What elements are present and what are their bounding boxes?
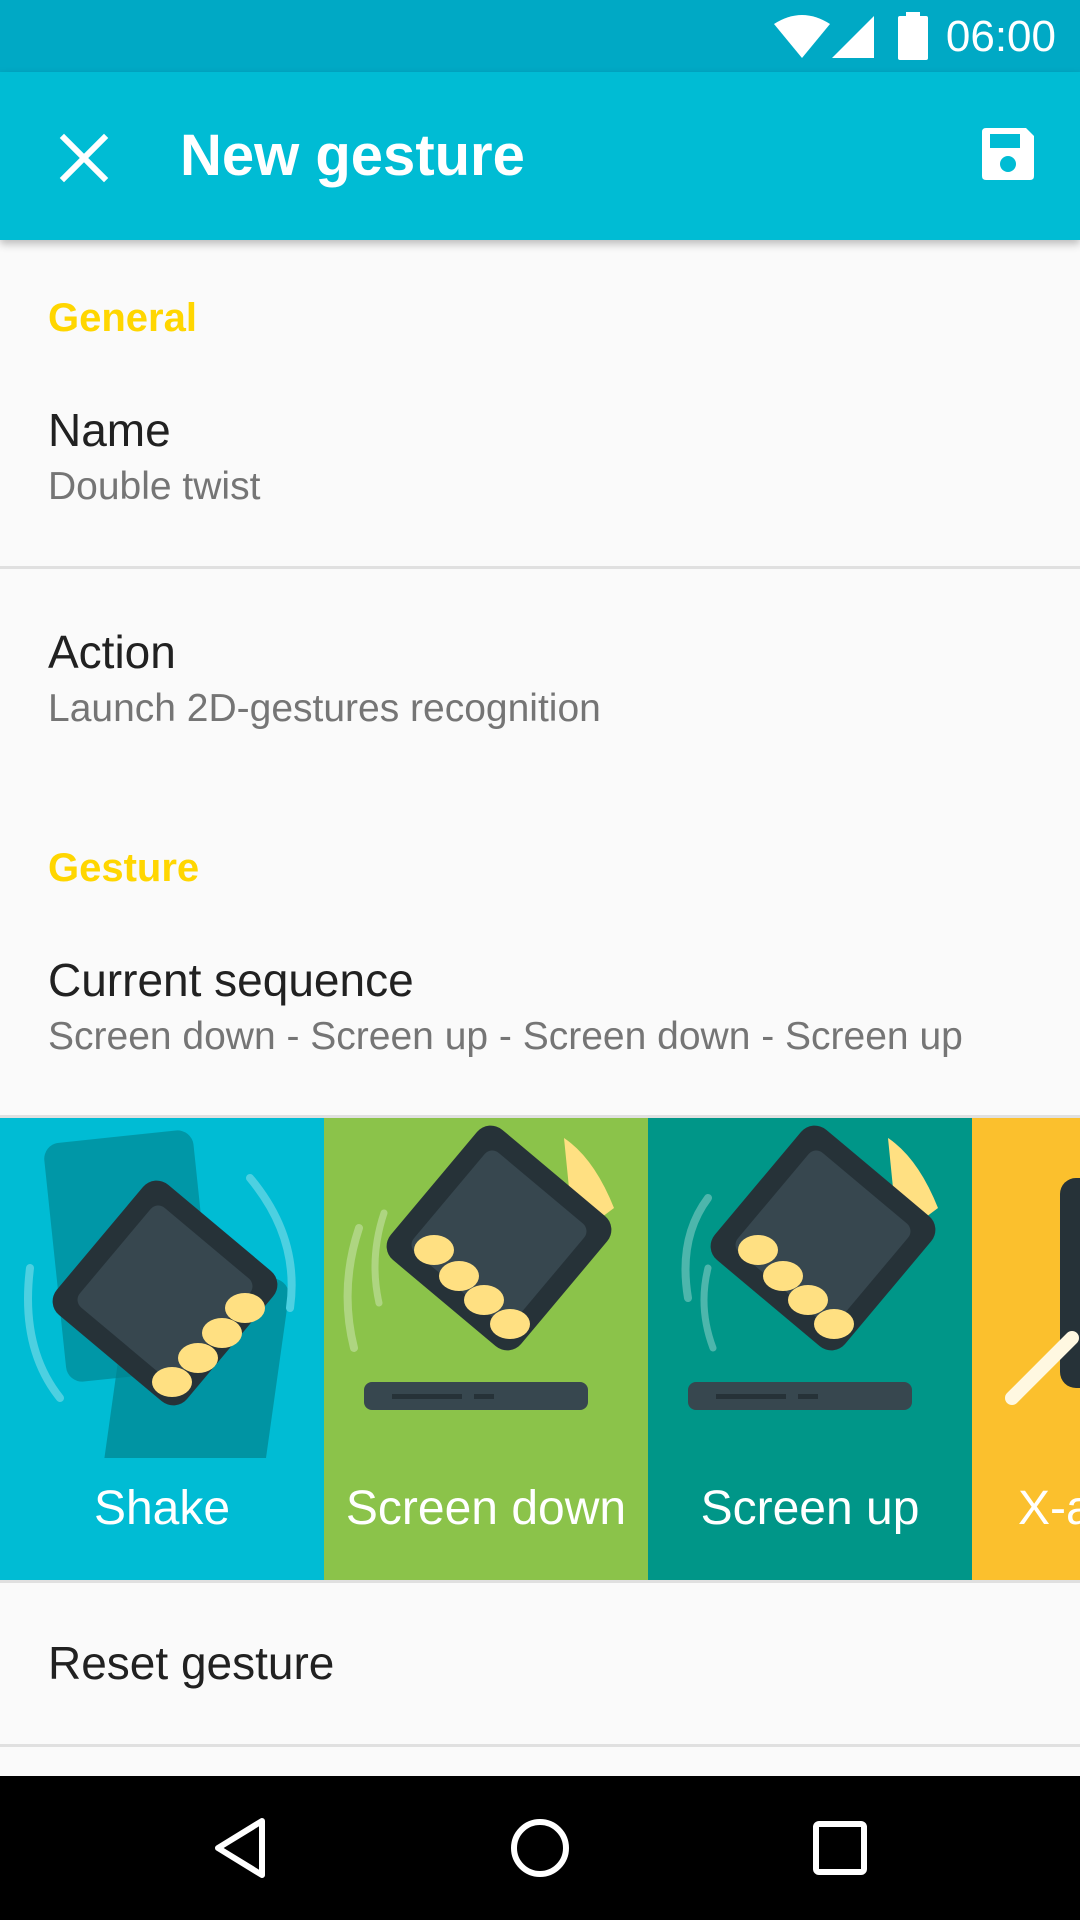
pref-name-summary: Double twist [48, 465, 261, 508]
recents-icon[interactable] [805, 1813, 875, 1883]
gesture-label: Shake [93, 1482, 231, 1535]
pref-sequence-title: Current sequence [48, 954, 414, 1006]
page-title: New gesture [180, 123, 525, 188]
reset-gesture-button[interactable]: Reset gesture [48, 1636, 334, 1690]
status-time: 06:00 [945, 12, 1056, 61]
gesture-card-screen-down[interactable]: Screen down [324, 1118, 648, 1580]
gesture-label: Screen up [700, 1482, 920, 1535]
pref-sequence-summary: Screen down - Screen up - Screen down - … [48, 1015, 963, 1058]
navigation-bar [0, 1776, 1080, 1920]
screen-down-illustration [343, 1125, 614, 1410]
save-icon[interactable] [976, 122, 1040, 186]
shake-illustration [24, 1130, 296, 1458]
gesture-label: X-a [1018, 1482, 1080, 1535]
pref-action-title: Action [48, 626, 176, 678]
pref-current-sequence[interactable]: Current sequence Screen down - Screen up… [48, 952, 1048, 1062]
pref-action[interactable]: Action Launch 2D-gestures recognition [48, 624, 1048, 734]
gesture-label: Screen down [345, 1482, 627, 1535]
pref-name-title: Name [48, 404, 171, 456]
wifi-icon [774, 15, 830, 58]
back-icon[interactable] [206, 1813, 276, 1883]
gesture-card-screen-up[interactable]: Screen up [648, 1118, 972, 1580]
divider [0, 1744, 1080, 1747]
divider [0, 566, 1080, 569]
home-icon[interactable] [505, 1813, 575, 1883]
x-axis-illustration [1005, 1178, 1080, 1405]
close-icon[interactable] [52, 126, 116, 190]
section-header-general: General [48, 296, 197, 340]
status-bar: 06:00 [0, 0, 1080, 72]
pref-name[interactable]: Name Double twist [48, 402, 1048, 512]
signal-icon [832, 16, 874, 58]
section-header-gesture: Gesture [48, 846, 200, 890]
battery-icon [898, 12, 928, 60]
screen-up-illustration [681, 1125, 938, 1410]
divider [0, 1580, 1080, 1583]
gesture-card-x-axis[interactable]: X-a [972, 1118, 1080, 1580]
app-bar: New gesture [0, 72, 1080, 240]
pref-action-summary: Launch 2D-gestures recognition [48, 687, 601, 730]
gesture-picker: Shake Screen down Screen up X-a [0, 1118, 1080, 1580]
gesture-card-shake[interactable]: Shake [0, 1118, 324, 1580]
